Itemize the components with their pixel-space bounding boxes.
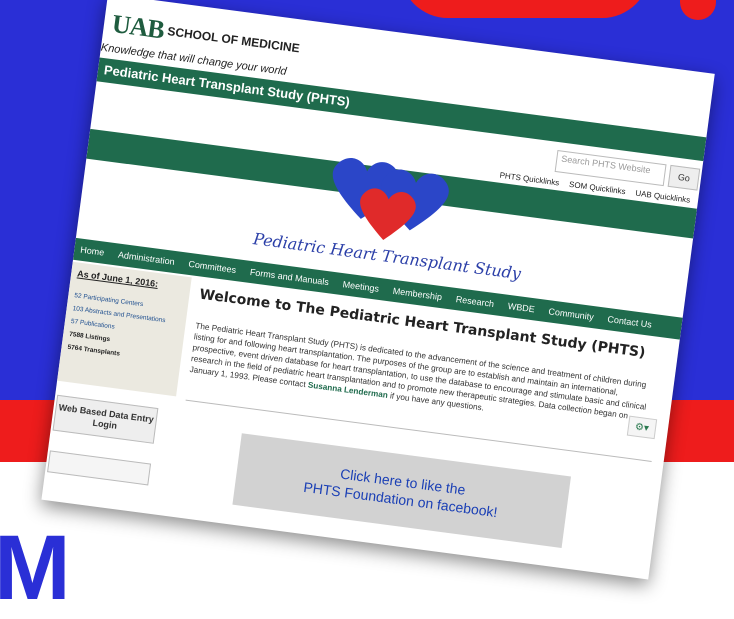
search-go-button[interactable]: Go [667,164,701,191]
website-screenshot: UAB SCHOOL OF MEDICINE Knowledge that wi… [41,0,715,580]
sidebar-secondary-box[interactable] [47,450,152,486]
red-heart-icon [360,188,416,241]
sidebar-stats: As of June 1, 2016: 52 Participating Cen… [57,261,192,397]
nav-administration[interactable]: Administration [117,250,175,267]
nav-contact-us[interactable]: Contact Us [607,314,652,330]
gear-dropdown-button[interactable]: ⚙▾ [626,415,658,440]
nav-forms-manuals[interactable]: Forms and Manuals [249,267,329,287]
hearts-logo [332,157,449,241]
wbde-login-button[interactable]: Web Based Data Entry Login [52,394,159,444]
nav-committees[interactable]: Committees [188,259,237,275]
nav-home[interactable]: Home [80,245,105,258]
nav-community[interactable]: Community [548,306,594,322]
gear-icon: ⚙▾ [634,421,650,434]
nav-meetings[interactable]: Meetings [342,279,380,294]
nav-membership[interactable]: Membership [392,286,442,302]
logo-school-text: SCHOOL OF MEDICINE [166,24,301,56]
nav-wbde[interactable]: WBDE [507,301,535,314]
background-glyph: M [0,517,71,619]
logo-mark: UAB [110,8,166,45]
nav-research[interactable]: Research [455,294,495,309]
facebook-like-banner[interactable]: Click here to like the PHTS Foundation o… [232,433,571,548]
background-red-shape [400,0,650,18]
